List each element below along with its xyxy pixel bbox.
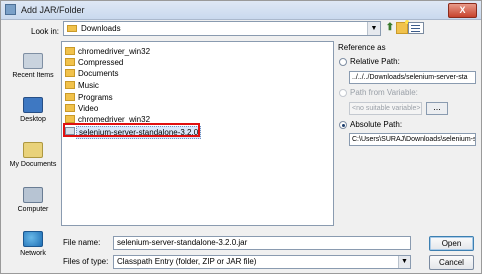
- network-icon: [23, 231, 43, 247]
- file-name: Compressed: [78, 58, 124, 67]
- folder-icon: [65, 81, 75, 89]
- absolute-path-label: Absolute Path:: [350, 120, 403, 129]
- place-label: Computer: [17, 206, 49, 213]
- folder-icon: [65, 58, 75, 66]
- place-network[interactable]: Network: [5, 231, 61, 257]
- chevron-down-icon[interactable]: ▼: [398, 256, 410, 268]
- folder-icon: [65, 47, 75, 55]
- folder-icon: [65, 104, 75, 112]
- files-of-type-label: Files of type:: [63, 257, 109, 266]
- browse-variable-button[interactable]: ...: [426, 102, 448, 115]
- look-in-value: Downloads: [81, 24, 121, 33]
- file-name: selenium-server-standalone-3.2.0: [76, 126, 202, 139]
- desktop-icon: [23, 97, 43, 113]
- relative-path-radio[interactable]: [339, 58, 347, 66]
- add-jar-folder-dialog: Add JAR/Folder X Look in: Downloads ▼ ⬆ …: [0, 0, 482, 274]
- reference-panel: Reference as Relative Path: ../../../Dow…: [334, 41, 480, 226]
- variable-path-label: Path from Variable:: [350, 88, 418, 97]
- file-name: Music: [78, 81, 99, 90]
- folder-icon: [67, 25, 77, 32]
- place-label: My Documents: [9, 161, 57, 168]
- file-name-input[interactable]: selenium-server-standalone-3.2.0.jar: [113, 236, 411, 250]
- files-of-type-value: Classpath Entry (folder, ZIP or JAR file…: [117, 257, 257, 266]
- cancel-button[interactable]: Cancel: [429, 255, 474, 270]
- close-button[interactable]: X: [448, 3, 477, 18]
- recent-items-icon: [23, 53, 43, 69]
- computer-icon: [23, 187, 43, 203]
- place-label: Desktop: [20, 116, 46, 123]
- my-documents-icon: [23, 142, 43, 158]
- place-recent-items[interactable]: Recent Items: [5, 53, 61, 79]
- look-in-combo[interactable]: Downloads ▼: [63, 21, 381, 36]
- reference-title: Reference as: [338, 43, 386, 52]
- file-name: Documents: [78, 69, 119, 78]
- file-list[interactable]: chromedriver_win32 Compressed Documents …: [61, 41, 334, 226]
- open-button[interactable]: Open: [429, 236, 474, 251]
- view-menu-icon[interactable]: [408, 22, 424, 34]
- file-name-value: selenium-server-standalone-3.2.0.jar: [117, 238, 248, 247]
- place-computer[interactable]: Computer: [5, 187, 61, 213]
- place-label: Recent Items: [12, 72, 54, 79]
- file-name: chromedriver_win32: [78, 115, 151, 124]
- jar-file-icon: [65, 127, 75, 135]
- place-label: Network: [20, 250, 46, 257]
- chevron-down-icon[interactable]: ▼: [367, 22, 380, 35]
- variable-path-radio[interactable]: [339, 89, 347, 97]
- file-name: Programs: [78, 93, 113, 102]
- look-in-label: Look in:: [31, 27, 60, 36]
- folder-icon: [65, 93, 75, 101]
- files-of-type-select[interactable]: Classpath Entry (folder, ZIP or JAR file…: [113, 255, 411, 269]
- file-name: chromedriver_win32: [78, 47, 151, 56]
- place-desktop[interactable]: Desktop: [5, 97, 61, 123]
- app-icon: [5, 4, 16, 15]
- up-folder-icon[interactable]: ⬆: [384, 22, 396, 34]
- file-name: Video: [78, 104, 99, 113]
- relative-path-label: Relative Path:: [350, 57, 400, 66]
- absolute-path-field[interactable]: C:\Users\SURAJ\Downloads\selenium-s: [349, 133, 476, 146]
- place-my-documents[interactable]: My Documents: [5, 142, 61, 168]
- title-bar: Add JAR/Folder X: [1, 1, 481, 20]
- relative-path-field[interactable]: ../../../Downloads/selenium-server-sta: [349, 71, 476, 84]
- folder-icon: [65, 69, 75, 77]
- variable-path-field: <no suitable variable>: [349, 102, 422, 115]
- absolute-path-radio[interactable]: [339, 121, 347, 129]
- dialog-title: Add JAR/Folder: [21, 5, 85, 15]
- folder-icon: [65, 115, 75, 123]
- places-sidebar: Recent Items Desktop My Documents Comput…: [5, 41, 61, 269]
- new-folder-icon[interactable]: [396, 20, 409, 34]
- file-name-label: File name:: [63, 238, 101, 247]
